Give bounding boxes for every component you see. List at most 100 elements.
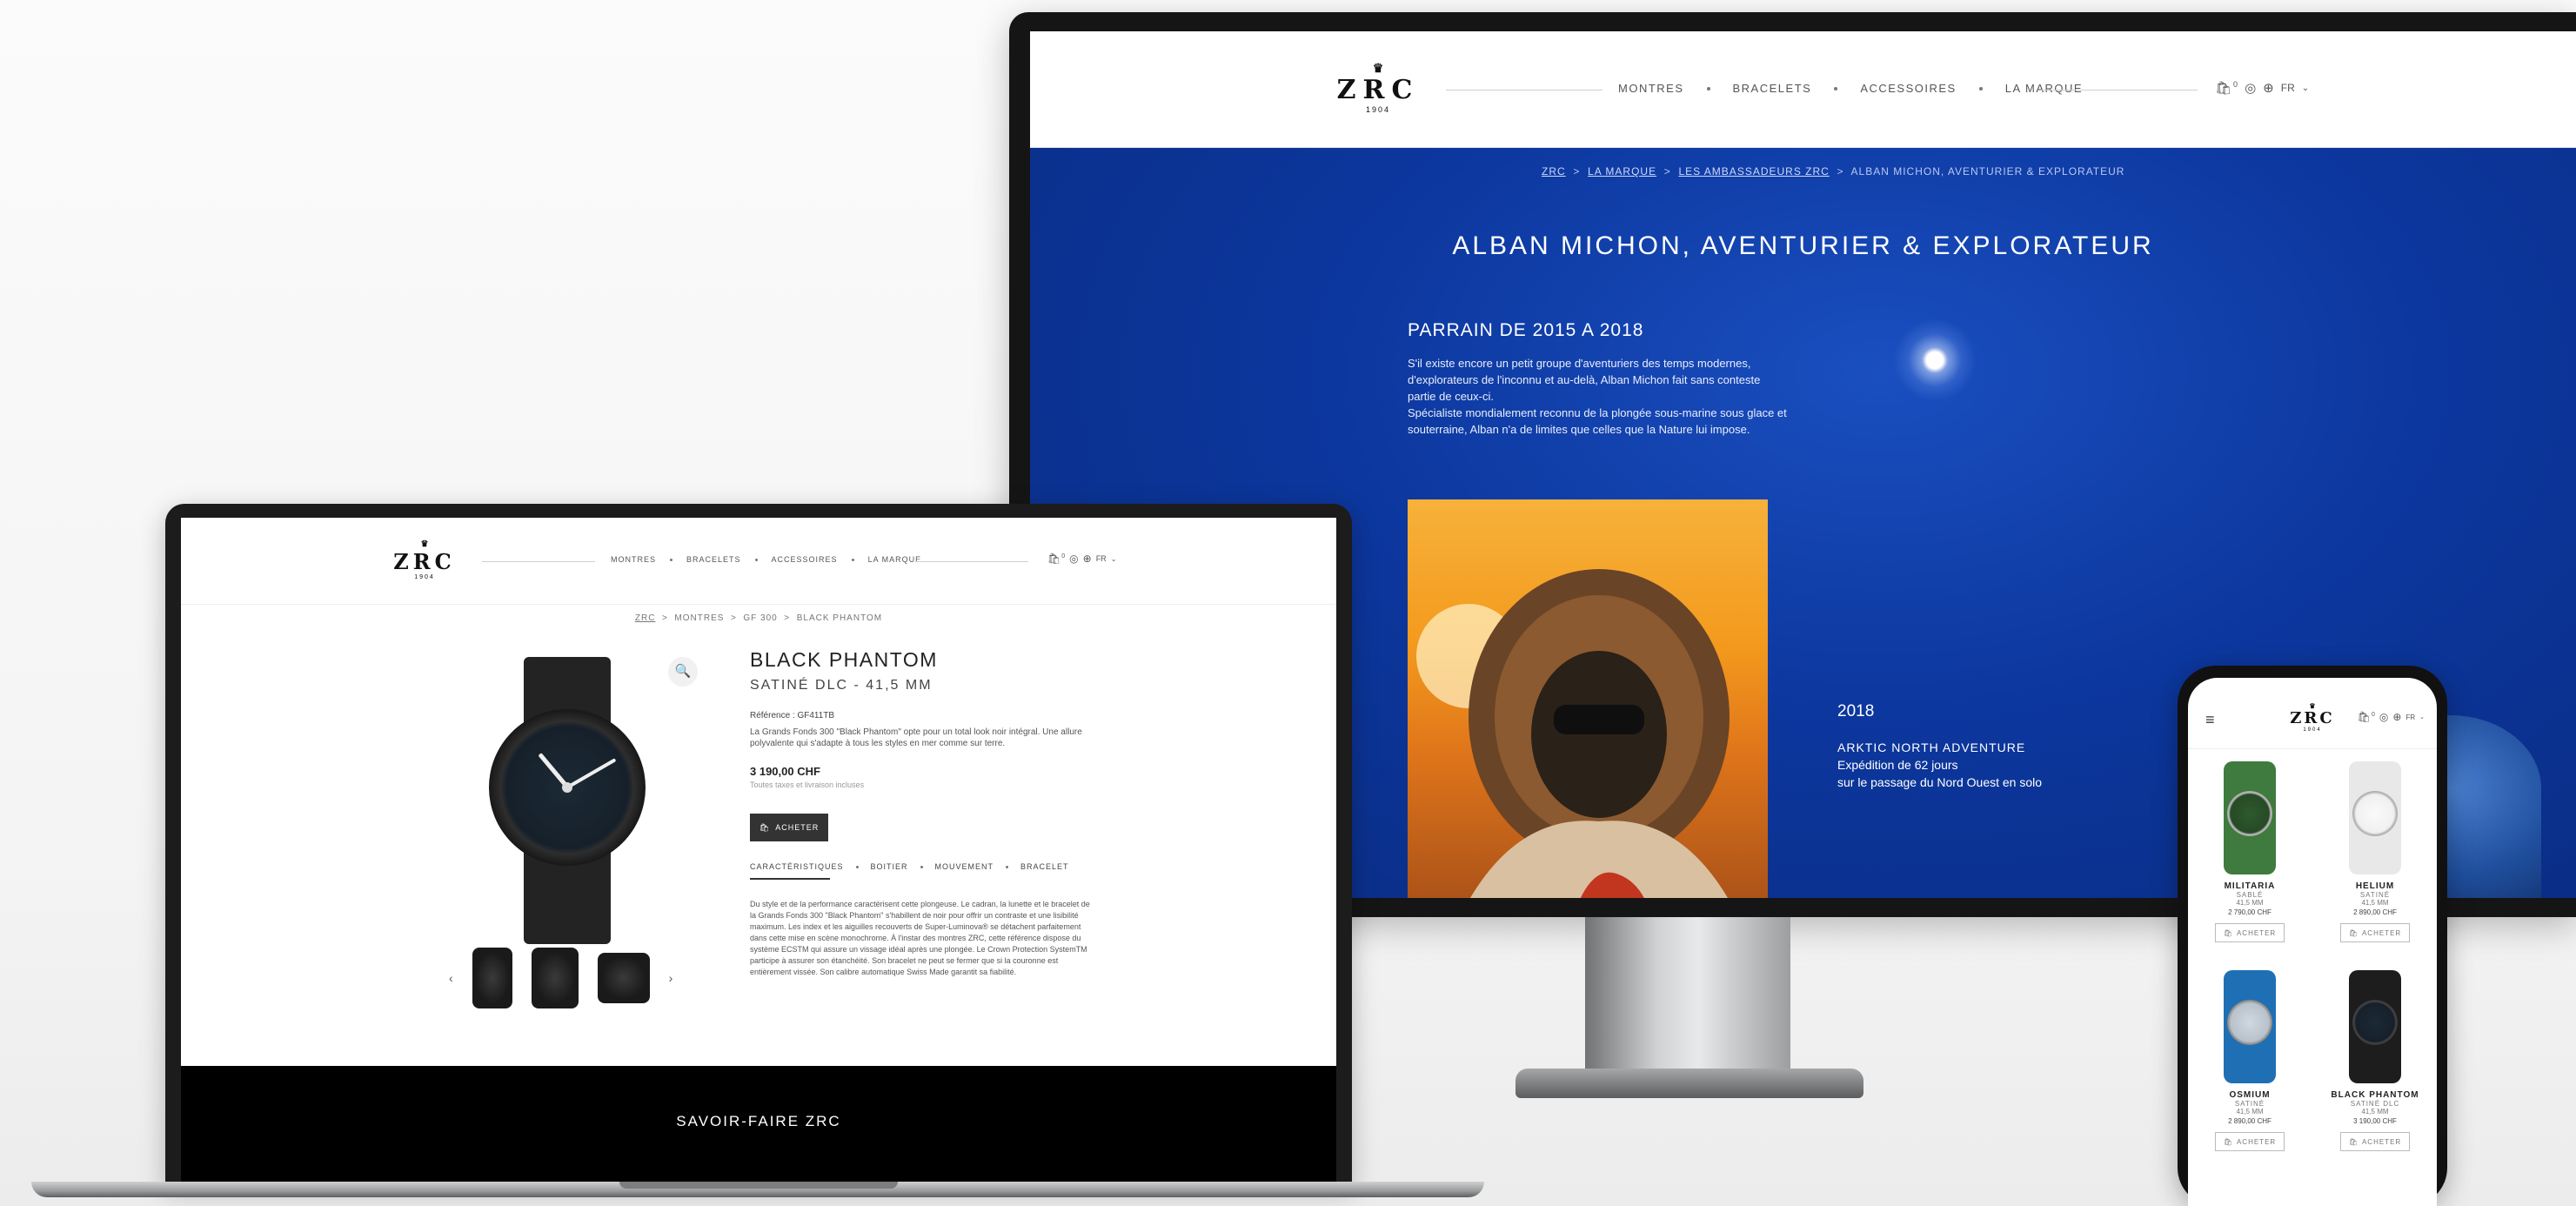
header-icons: 🛍 0 ◎ ⊕ FR ⌄: [2358, 711, 2425, 723]
user-icon[interactable]: ◎: [2379, 711, 2388, 723]
globe-icon[interactable]: ⊕: [2392, 711, 2401, 723]
breadcrumb-link[interactable]: ZRC: [635, 613, 656, 623]
tab-bracelet[interactable]: BRACELET: [1020, 862, 1069, 871]
breadcrumb-link[interactable]: MONTRES: [674, 613, 724, 623]
breadcrumb-link[interactable]: LA MARQUE: [1588, 165, 1656, 178]
breadcrumb-separator: >: [1569, 165, 1584, 178]
tab-separator: [920, 865, 923, 868]
product-card-militaria[interactable]: MILITARIA SABLÉ 41,5 MM 2 790,00 CHF 🛍 AC…: [2193, 761, 2306, 942]
brand-logo[interactable]: ♛ ZRC 1904: [1330, 63, 1426, 114]
globe-icon[interactable]: ⊕: [1083, 553, 1092, 565]
product-card-osmium[interactable]: OSMIUM SATINÉ 41,5 MM 2 890,00 CHF 🛍 ACHE…: [2193, 970, 2306, 1151]
laptop-screen: ♛ ZRC 1904 MONTRES BRACELETS ACCESSOIRES…: [181, 518, 1336, 1184]
chevron-down-icon[interactable]: ⌄: [2419, 714, 2425, 720]
chevron-down-icon[interactable]: ⌄: [1111, 555, 1117, 563]
tab-boitier[interactable]: BOITIER: [871, 862, 908, 871]
bag-icon[interactable]: 🛍: [2215, 80, 2231, 96]
nav-item-la-marque[interactable]: LA MARQUE: [2005, 82, 2083, 95]
breadcrumb-link[interactable]: GF 300: [743, 613, 777, 623]
product-name: MILITARIA: [2224, 881, 2276, 891]
product-price: 2 890,00 CHF: [2228, 1117, 2272, 1125]
explorer-photo: [1408, 499, 1768, 898]
breadcrumb-link[interactable]: ZRC: [1542, 165, 1566, 178]
brand-logo[interactable]: ♛ ZRC 1904: [390, 539, 459, 581]
laptop-notch: [619, 1182, 898, 1189]
cart-count: 0: [1061, 553, 1066, 559]
breadcrumb-link[interactable]: LES AMBASSADEURS ZRC: [1678, 165, 1829, 178]
cart-count: 0: [2372, 711, 2375, 718]
buy-button[interactable]: 🛍 ACHETER: [2340, 923, 2410, 942]
globe-icon[interactable]: ⊕: [2263, 80, 2274, 96]
bag-icon[interactable]: 🛍: [1047, 553, 1061, 565]
nav-item-accessoires[interactable]: ACCESSOIRES: [1860, 82, 1956, 95]
tab-caracteristiques[interactable]: CARACTÉRISTIQUES: [750, 862, 844, 871]
product-subtitle: SATINÉ DLC - 41,5 MM: [750, 678, 933, 693]
user-icon[interactable]: ◎: [1069, 553, 1078, 565]
language-label[interactable]: FR: [2405, 714, 2415, 721]
expedition-info: ARKTIC NORTH ADVENTURE Expédition de 62 …: [1837, 739, 2042, 791]
chevron-down-icon[interactable]: ⌄: [2302, 84, 2309, 93]
laptop-header: ♛ ZRC 1904 MONTRES BRACELETS ACCESSOIRES…: [181, 518, 1336, 605]
product-size: 41,5 MM: [2361, 899, 2389, 907]
expedition-route: sur le passage du Nord Ouest en solo: [1837, 775, 2043, 789]
thumbnail-front[interactable]: [472, 948, 512, 1008]
bag-icon[interactable]: 🛍: [2358, 711, 2371, 723]
thumbnail-side[interactable]: [531, 948, 579, 1008]
nav-separator: [1978, 86, 1983, 90]
product-name: OSMIUM: [2229, 1090, 2271, 1100]
nav-item-montres[interactable]: MONTRES: [1618, 82, 1684, 95]
thumbnail-back[interactable]: [597, 953, 650, 1003]
intro-paragraph: Spécialiste mondialement reconnu de la p…: [1408, 406, 1787, 436]
main-nav: MONTRES BRACELETS ACCESSOIRES LA MARQUE: [611, 555, 921, 564]
product-card-black-phantom[interactable]: BLACK PHANTOM SATINÉ DLC 41,5 MM 3 190,0…: [2318, 970, 2432, 1151]
phone-screen: ≡ ♛ ZRC 1904 🛍 0 ◎ ⊕ FR ⌄ MILITARIA SABL…: [2188, 678, 2437, 1206]
buy-button[interactable]: 🛍 ACHETER: [2340, 1132, 2410, 1151]
product-size: 41,5 MM: [2236, 1108, 2264, 1116]
watch-pinion: [562, 782, 572, 793]
product-finish: SATINÉ DLC: [2350, 1100, 2400, 1108]
nav-item-bracelets[interactable]: BRACELETS: [1733, 82, 1812, 95]
buy-button[interactable]: 🛍 ACHETER: [2215, 1132, 2285, 1151]
chevron-left-icon[interactable]: ‹: [449, 971, 453, 985]
product-image: [489, 657, 646, 944]
buy-label: ACHETER: [2236, 1137, 2277, 1146]
nav-item-la-marque[interactable]: LA MARQUE: [868, 555, 922, 564]
language-label[interactable]: FR: [1096, 554, 1107, 563]
product-price: 2 790,00 CHF: [2228, 908, 2272, 916]
buy-label: ACHETER: [2361, 928, 2402, 937]
product-card-helium[interactable]: HELIUM SATINÉ 41,5 MM 2 890,00 CHF 🛍 ACHE…: [2318, 761, 2432, 942]
hamburger-icon[interactable]: ≡: [2205, 711, 2215, 729]
product-short-description: La Grands Fonds 300 "Black Phantom" opte…: [750, 727, 1082, 748]
breadcrumb-separator: >: [659, 613, 672, 623]
product-finish: SATINÉ: [2234, 1100, 2265, 1108]
tab-separator: [855, 865, 859, 868]
language-label[interactable]: FR: [2281, 82, 2295, 94]
intro-text: S'il existe encore un petit groupe d'ave…: [1408, 355, 1790, 438]
logo-text: ZRC: [393, 549, 456, 574]
nav-item-bracelets[interactable]: BRACELETS: [686, 555, 741, 564]
tab-separator: [1006, 865, 1009, 868]
breadcrumb-current: ALBAN MICHON, AVENTURIER & EXPLORATEUR: [1850, 165, 2125, 178]
product-finish: SABLÉ: [2236, 891, 2264, 899]
crown-icon: ♛: [420, 539, 429, 549]
zoom-button[interactable]: 🔍: [668, 657, 698, 687]
breadcrumb-separator: >: [780, 613, 793, 623]
buy-button[interactable]: 🛍 ACHETER: [2215, 923, 2285, 942]
nav-item-accessoires[interactable]: ACCESSOIRES: [772, 555, 838, 564]
monitor-base: [1515, 1069, 1863, 1098]
crown-icon: ♛: [2309, 701, 2316, 710]
nav-item-montres[interactable]: MONTRES: [611, 555, 656, 564]
expedition-duration: Expédition de 62 jours: [1837, 758, 1958, 772]
brand-logo[interactable]: ♛ ZRC 1904: [2284, 702, 2341, 733]
chevron-right-icon[interactable]: ›: [669, 971, 673, 985]
phone-header: ≡ ♛ ZRC 1904 🛍 0 ◎ ⊕ FR ⌄: [2188, 678, 2437, 749]
breadcrumb-separator: >: [1833, 165, 1848, 178]
buy-button[interactable]: 🛍 ACHETER: [750, 814, 828, 841]
nav-divider: [482, 561, 595, 562]
watch-dial: [2227, 1000, 2272, 1045]
expedition-title: ARKTIC NORTH ADVENTURE: [1837, 740, 2026, 754]
product-price: 2 890,00 CHF: [2353, 908, 2397, 916]
user-icon[interactable]: ◎: [2245, 80, 2256, 96]
tab-mouvement[interactable]: MOUVEMENT: [935, 862, 994, 871]
page-title: ALBAN MICHON, AVENTURIER & EXPLORATEUR: [1452, 231, 2154, 260]
